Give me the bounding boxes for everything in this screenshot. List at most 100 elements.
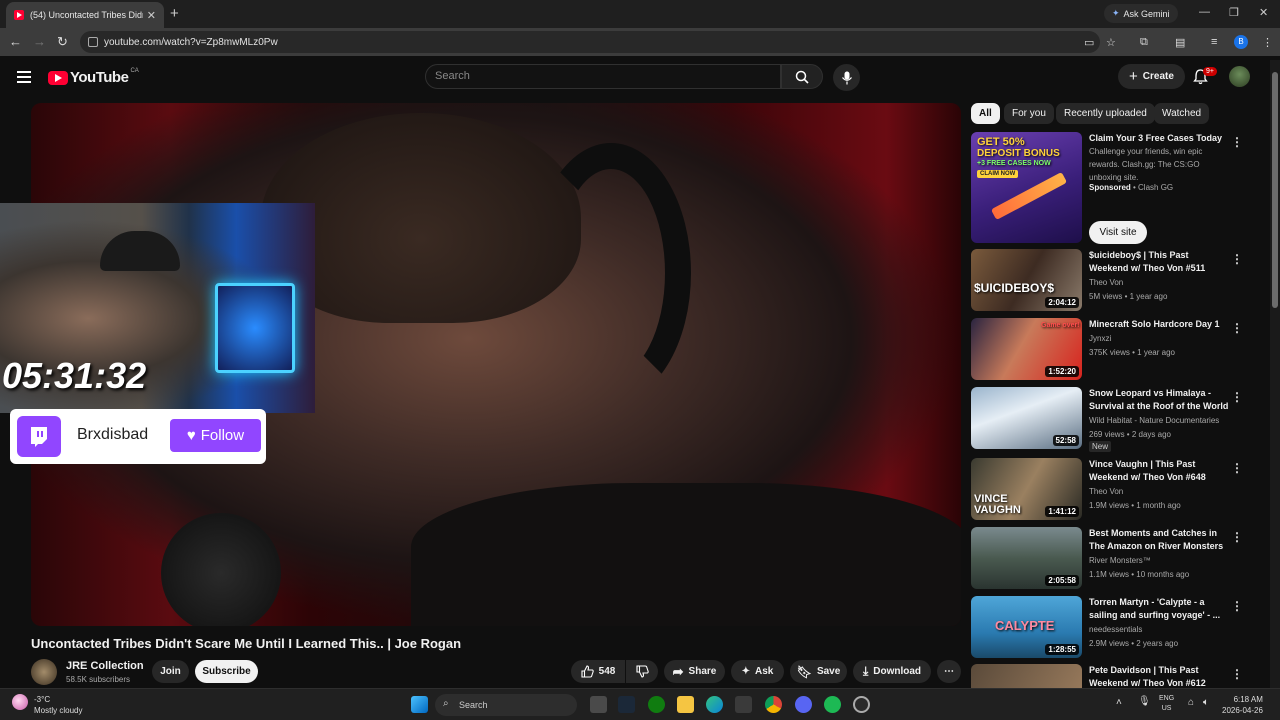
tray-mic-icon[interactable]: 🎙︎ (1138, 696, 1151, 707)
chip-for-you[interactable]: For you (1004, 103, 1054, 124)
edge-icon[interactable] (706, 696, 723, 713)
create-button[interactable]: + Create (1118, 64, 1185, 89)
more-options-icon[interactable]: ⋮ (1231, 667, 1243, 681)
video-thumbnail[interactable]: VINCE VAUGHN 1:41:12 (971, 458, 1082, 520)
more-options-icon[interactable]: ⋮ (1231, 252, 1243, 266)
browser-profile-avatar[interactable]: B (1234, 35, 1248, 49)
maximize-icon[interactable]: ❐ (1229, 6, 1239, 19)
site-info-icon[interactable] (88, 37, 98, 47)
save-button[interactable]: 🔖︎ Save (790, 660, 847, 683)
channel-name-link[interactable]: Theo Von (1089, 485, 1123, 498)
media-controls-icon[interactable]: ≡ (1211, 36, 1217, 48)
subscribe-button[interactable]: Subscribe (195, 660, 258, 683)
more-options-icon[interactable]: ⋮ (1231, 321, 1243, 335)
chrome-menu-icon[interactable]: ⋮ (1262, 36, 1273, 49)
extensions-icon[interactable]: ⧉ (1140, 36, 1148, 49)
back-icon[interactable]: ← (9, 34, 22, 49)
download-button[interactable]: ⤓ Download (853, 660, 931, 683)
scrollbar-thumb[interactable] (1272, 72, 1278, 308)
network-icon[interactable]: ⌂ (1188, 697, 1194, 708)
video-title-link[interactable]: Torren Martyn - 'Calypte - a sailing and… (1089, 596, 1229, 622)
search-button[interactable] (781, 64, 823, 89)
video-title-link[interactable]: $uicideboy$ | This Past Weekend w/ Theo … (1089, 249, 1229, 275)
share-button[interactable]: ➦ Share (664, 660, 725, 683)
dislike-button[interactable] (626, 660, 658, 683)
chip-watched[interactable]: Watched (1154, 103, 1210, 124)
weather-temperature[interactable]: -3°C (34, 695, 50, 704)
weather-icon[interactable] (12, 694, 28, 710)
recommendation-item[interactable]: VINCE VAUGHN 1:41:12 Vince Vaughn | This… (971, 458, 1261, 522)
video-thumbnail[interactable]: 52:58 (971, 387, 1082, 449)
video-title-link[interactable]: Pete Davidson | This Past Weekend w/ The… (1089, 664, 1229, 688)
taskbar-search[interactable]: ⌕ Search (435, 694, 577, 716)
ask-gemini-button[interactable]: ✦ Ask Gemini (1104, 4, 1178, 23)
sidepanel-icon[interactable]: ▤ (1175, 36, 1185, 49)
bookmark-star-icon[interactable]: ☆ (1106, 36, 1116, 49)
tray-overflow-icon[interactable]: ˄ (1116, 697, 1122, 708)
ask-button[interactable]: ✦ Ask (731, 660, 784, 683)
ad-title[interactable]: Claim Your 3 Free Cases Today (1089, 132, 1229, 145)
spotify-icon[interactable] (824, 696, 841, 713)
join-button[interactable]: Join (152, 660, 189, 683)
ad-thumbnail[interactable]: GET 50% DEPOSIT BONUS +3 FREE CASES NOW … (971, 132, 1082, 243)
video-title-link[interactable]: Snow Leopard vs Himalaya - Survival at t… (1089, 387, 1229, 413)
minimize-icon[interactable]: — (1199, 6, 1210, 18)
volume-icon[interactable]: 🔈︎ (1203, 697, 1209, 708)
more-options-icon[interactable]: ⋮ (1231, 530, 1243, 544)
channel-name-link[interactable]: Wild Habitat - Nature Documentaries (1089, 414, 1219, 427)
new-tab-button[interactable]: + (170, 5, 179, 22)
youtube-logo[interactable]: YouTube CA (48, 68, 139, 86)
video-thumbnail[interactable]: $UICIDEBOY$ 2:04:12 (971, 249, 1082, 311)
windows-start-icon[interactable] (411, 696, 428, 713)
visit-site-button[interactable]: Visit site (1089, 221, 1147, 244)
account-avatar[interactable] (1229, 66, 1250, 87)
close-tab-icon[interactable]: ✕ (147, 9, 156, 22)
recommendation-item[interactable]: $UICIDEBOY$ 2:04:12 $uicideboy$ | This P… (971, 249, 1261, 313)
video-title-link[interactable]: Minecraft Solo Hardcore Day 1 (1089, 318, 1229, 331)
cast-icon[interactable]: ▭ (1084, 36, 1094, 49)
sponsored-ad-card[interactable]: GET 50% DEPOSIT BONUS +3 FREE CASES NOW … (971, 132, 1261, 244)
recommendation-item[interactable]: 52:58 Snow Leopard vs Himalaya - Surviva… (971, 387, 1261, 452)
video-thumbnail[interactable]: CALYPTE 1:28:55 (971, 596, 1082, 658)
video-title-link[interactable]: Best Moments and Catches in The Amazon o… (1089, 527, 1229, 553)
forward-icon[interactable]: → (33, 34, 46, 49)
channel-name-link[interactable]: River Monsters™ (1089, 554, 1151, 567)
weather-description[interactable]: Mostly cloudy (34, 706, 82, 715)
video-thumbnail[interactable] (971, 664, 1082, 688)
file-explorer-icon[interactable] (677, 696, 694, 713)
xbox-icon[interactable] (648, 696, 665, 713)
recommendation-item[interactable]: CALYPTE 1:28:55 Torren Martyn - 'Calypte… (971, 596, 1261, 660)
menu-icon[interactable] (17, 71, 31, 86)
channel-name[interactable]: JRE Collection (66, 660, 144, 672)
channel-avatar[interactable] (31, 659, 57, 685)
more-options-icon[interactable]: ⋮ (1231, 390, 1243, 404)
more-actions-icon[interactable]: ⋯ (937, 660, 961, 683)
address-bar[interactable]: youtube.com/watch?v=Zp8mwMLz0Pw (80, 31, 1100, 53)
video-thumbnail[interactable]: 2:05:58 (971, 527, 1082, 589)
recommendation-item[interactable]: Game over! 1:52:20 Minecraft Solo Hardco… (971, 318, 1261, 382)
ad-more-icon[interactable]: ⋮ (1231, 135, 1243, 149)
close-window-icon[interactable]: ✕ (1259, 6, 1268, 19)
browser-tab-youtube[interactable]: (54) Uncontacted Tribes Didn't ✕ (6, 2, 164, 28)
search-input[interactable]: Search (425, 64, 781, 89)
channel-name-link[interactable]: Theo Von (1089, 276, 1123, 289)
obs-icon[interactable] (853, 696, 870, 713)
language-indicator[interactable]: ENG US (1159, 694, 1174, 714)
video-title-link[interactable]: Vince Vaughn | This Past Weekend w/ Theo… (1089, 458, 1229, 484)
task-view-icon[interactable] (590, 696, 607, 713)
more-options-icon[interactable]: ⋮ (1231, 599, 1243, 613)
recommendation-item[interactable]: 2:05:58 Best Moments and Catches in The … (971, 527, 1261, 591)
discord-icon[interactable] (795, 696, 812, 713)
steam-icon[interactable] (618, 696, 635, 713)
more-options-icon[interactable]: ⋮ (1231, 461, 1243, 475)
chip-all[interactable]: All (971, 103, 1000, 124)
reload-icon[interactable]: ↻ (57, 34, 68, 50)
ms-store-icon[interactable] (735, 696, 752, 713)
video-thumbnail[interactable]: Game over! 1:52:20 (971, 318, 1082, 380)
chip-recently-uploaded[interactable]: Recently uploaded (1056, 103, 1155, 124)
chrome-icon[interactable] (765, 696, 782, 713)
channel-name-link[interactable]: needessentials (1089, 623, 1142, 636)
recommendation-item[interactable]: Pete Davidson | This Past Weekend w/ The… (971, 664, 1261, 688)
taskbar-clock[interactable]: 6:18 AM 2026-04-26 (1222, 694, 1263, 716)
channel-name-link[interactable]: Jynxzi (1089, 332, 1111, 345)
